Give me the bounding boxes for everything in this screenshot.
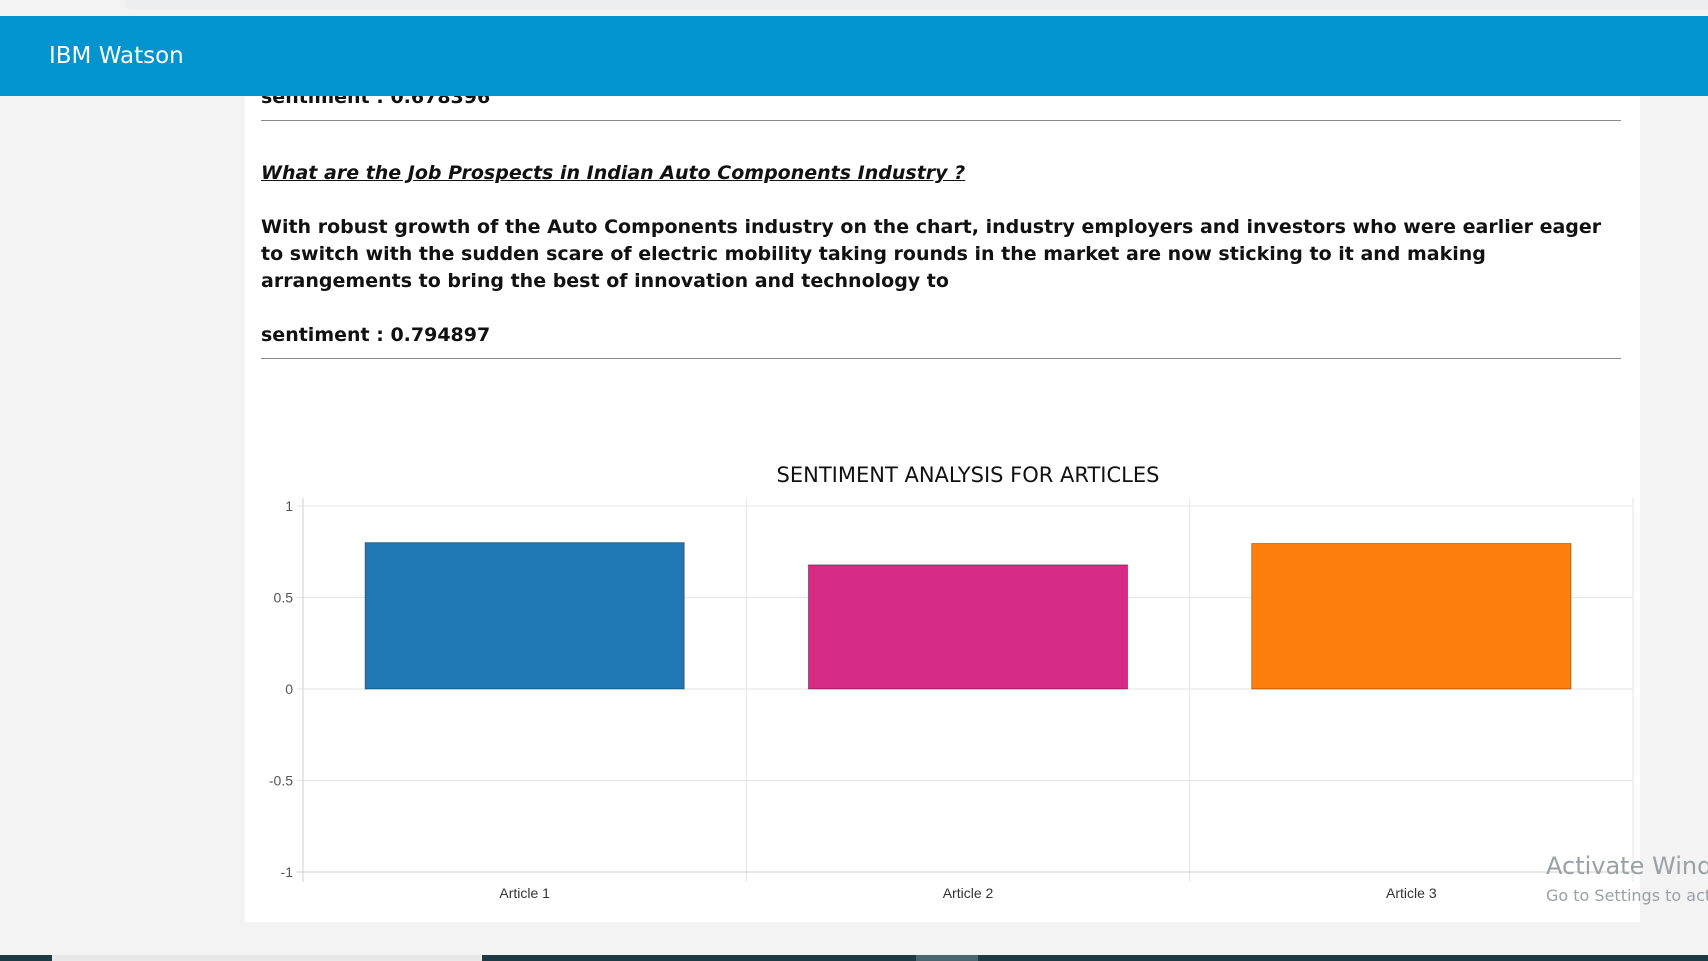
y-tick-label: -0.5 [269, 773, 293, 789]
y-tick-label: 0 [285, 681, 293, 697]
watermark-subtitle: Go to Settings to act [1546, 886, 1708, 905]
taskbar-item[interactable] [52, 955, 482, 961]
bar-article-2 [807, 564, 1129, 690]
chart-svg: SENTIMENT ANALYSIS FOR ARTICLES 1 0.5 0 -0.5… [269, 463, 1634, 901]
taskbar-item[interactable] [916, 955, 978, 961]
brand-title[interactable]: IBM Watson [49, 16, 184, 96]
y-tick-label: 0.5 [274, 590, 294, 606]
y-tick-label: 1 [285, 498, 293, 514]
sentiment-chart: SENTIMENT ANALYSIS FOR ARTICLES 1 0.5 0 -0.5… [245, 96, 1640, 922]
activate-windows-watermark: Activate Windo Go to Settings to act [1546, 852, 1708, 905]
bar-article-1 [364, 542, 685, 690]
browser-toolbar-strip [0, 0, 1708, 16]
chart-title: SENTIMENT ANALYSIS FOR ARTICLES [777, 463, 1160, 487]
app-header: IBM Watson [0, 16, 1708, 96]
y-tick-label: -1 [281, 864, 294, 880]
taskbar [0, 955, 1708, 961]
x-tick-label: Article 3 [1386, 885, 1437, 901]
bar-article-3 [1251, 543, 1572, 690]
x-tick-label: Article 1 [499, 885, 550, 901]
x-tick-label: Article 2 [943, 885, 994, 901]
watermark-title: Activate Windo [1546, 852, 1708, 880]
address-bar[interactable] [125, 0, 1708, 10]
main-content: sentiment : 0.678396 What are the Job Pr… [245, 96, 1640, 922]
